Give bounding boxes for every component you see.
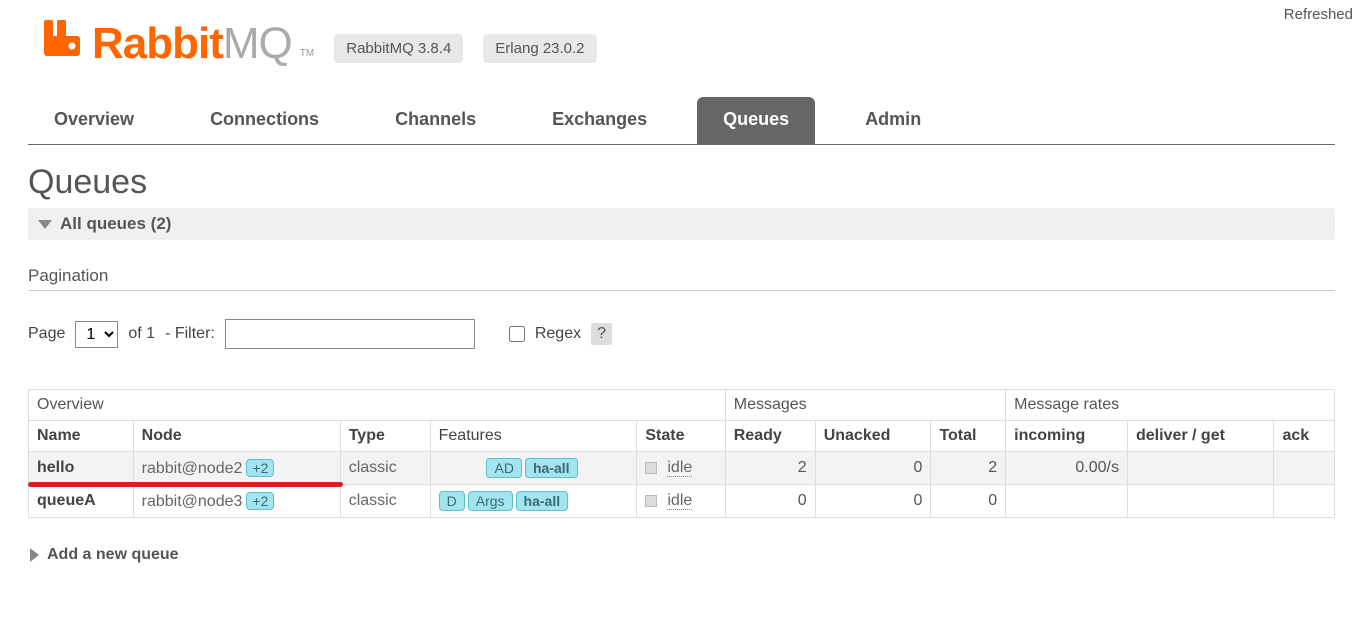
chevron-right-icon [30,548,39,562]
state-indicator-icon [645,462,657,474]
pagination-header: Pagination [28,266,1335,291]
queue-name-link[interactable]: queueA [37,492,96,509]
rabbitmq-version-badge: RabbitMQ 3.8.4 [334,34,463,63]
regex-checkbox[interactable] [509,326,525,342]
rabbitmq-logo-icon [42,18,82,61]
col-ack[interactable]: ack [1274,421,1335,452]
col-deliver[interactable]: deliver / get [1128,421,1274,452]
queue-name-link[interactable]: hello [37,459,74,476]
state-cell: idle [637,452,725,485]
tab-exchanges[interactable]: Exchanges [526,97,673,144]
ack-cell [1274,485,1335,518]
filter-row: Page 1 of 1 - Filter: Regex ? [28,319,1335,349]
of-pages: of 1 [128,325,155,343]
col-ready[interactable]: Ready [725,421,815,452]
page-select[interactable]: 1 [75,321,118,348]
total-cell: 2 [931,452,1006,485]
all-queues-section[interactable]: All queues (2) [28,208,1335,240]
erlang-version-badge: Erlang 23.0.2 [483,34,596,63]
features-cell: DArgsha-all [430,485,637,518]
deliver-cell [1128,452,1274,485]
col-features[interactable]: Features [430,421,637,452]
refresh-status[interactable]: Refreshed [1284,6,1353,23]
state-text: idle [667,459,692,477]
type-cell: classic [340,452,430,485]
total-cell: 0 [931,485,1006,518]
col-total[interactable]: Total [931,421,1006,452]
state-text: idle [667,492,692,510]
unacked-cell: 0 [815,452,931,485]
feature-badge[interactable]: AD [486,458,521,478]
logo-text: RabbitMQ [92,19,292,69]
logo-rabbit: Rabbit [92,19,223,68]
node-cell: rabbit@node2+2 [133,452,340,485]
header: RabbitMQ TM RabbitMQ 3.8.4 Erlang 23.0.2 [0,0,1363,69]
col-group-messages: Messages [725,390,1005,421]
tab-queues[interactable]: Queues [697,97,815,144]
col-unacked[interactable]: Unacked [815,421,931,452]
regex-help[interactable]: ? [591,323,612,345]
logo-tm: TM [300,48,314,59]
col-group-overview: Overview [29,390,726,421]
col-incoming[interactable]: incoming [1006,421,1128,452]
filter-input[interactable] [225,319,475,349]
table-row: hellorabbit@node2+2classicADha-allidle20… [29,452,1335,485]
state-cell: idle [637,485,725,518]
col-type[interactable]: Type [340,421,430,452]
incoming-cell: 0.00/s [1006,452,1128,485]
main: Queues All queues (2) Pagination Page 1 … [0,145,1363,564]
features-cell: ADha-all [430,452,637,485]
feature-badge[interactable]: Args [468,491,513,511]
col-state[interactable]: State [637,421,725,452]
ready-cell: 0 [725,485,815,518]
node-cell: rabbit@node3+2 [133,485,340,518]
deliver-cell [1128,485,1274,518]
col-name[interactable]: Name [29,421,134,452]
chevron-down-icon [38,220,52,229]
ack-cell [1274,452,1335,485]
logo-row: RabbitMQ TM RabbitMQ 3.8.4 Erlang 23.0.2 [42,18,1363,69]
page-label: Page [28,325,65,343]
all-queues-label: All queues (2) [60,214,171,234]
feature-badge[interactable]: ha-all [516,491,569,511]
ready-cell: 2 [725,452,815,485]
feature-badge[interactable]: D [439,491,465,511]
add-queue-label: Add a new queue [47,546,179,564]
queues-table: Overview Messages Message rates Name Nod… [28,389,1335,518]
tab-admin[interactable]: Admin [839,97,947,144]
unacked-cell: 0 [815,485,931,518]
col-group-rates: Message rates [1006,390,1335,421]
tab-connections[interactable]: Connections [184,97,345,144]
incoming-cell [1006,485,1128,518]
add-queue-section[interactable]: Add a new queue [30,546,1335,564]
nav-tabs: Overview Connections Channels Exchanges … [28,97,1335,145]
col-node[interactable]: Node [133,421,340,452]
page-title: Queues [28,163,1335,202]
tab-overview[interactable]: Overview [28,97,160,144]
type-cell: classic [340,485,430,518]
state-indicator-icon [645,495,657,507]
feature-badge[interactable]: ha-all [525,458,578,478]
node-plus-badge[interactable]: +2 [246,459,274,477]
logo[interactable]: RabbitMQ TM [42,18,314,69]
logo-mq: MQ [223,19,292,68]
table-row: queueArabbit@node3+2classicDArgsha-allid… [29,485,1335,518]
node-plus-badge[interactable]: +2 [246,492,274,510]
filter-label: - Filter: [165,325,215,343]
tab-channels[interactable]: Channels [369,97,502,144]
regex-label: Regex [535,325,581,343]
